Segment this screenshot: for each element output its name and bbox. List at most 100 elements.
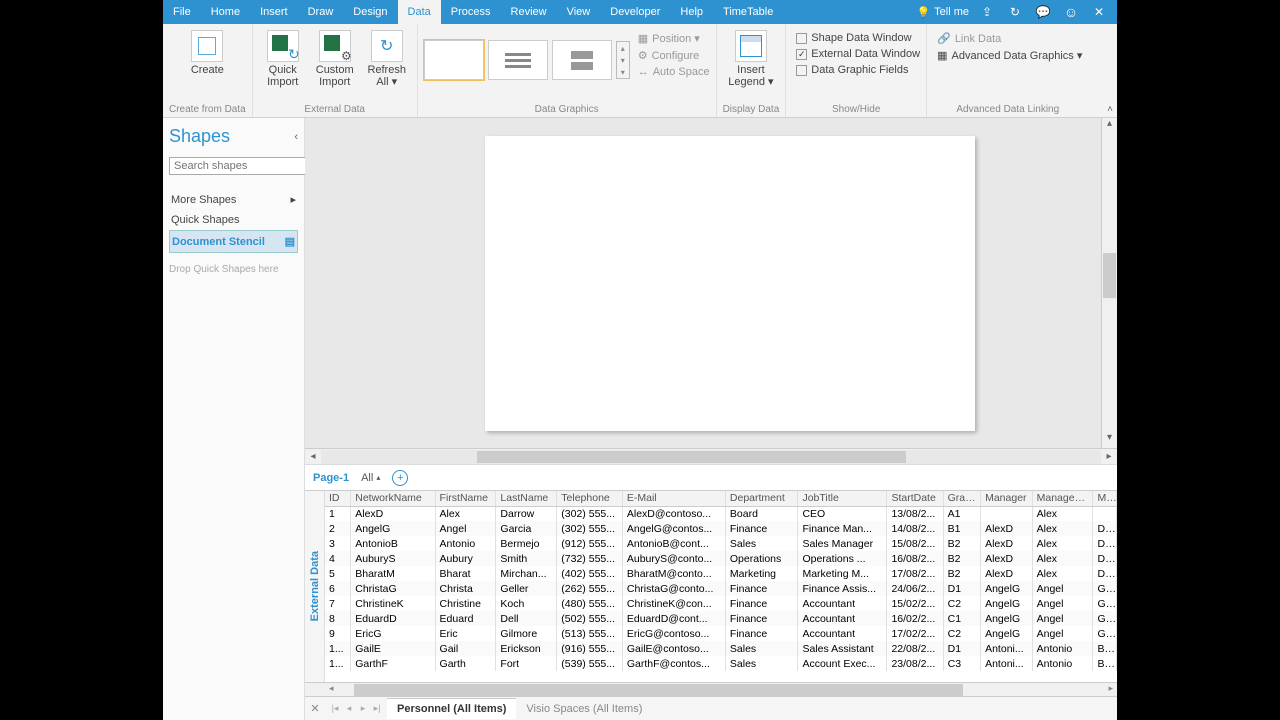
scroll-left-icon[interactable]: ◂ bbox=[325, 683, 338, 696]
column-header[interactable]: Department bbox=[725, 491, 798, 506]
column-header[interactable]: ManagerFirstName bbox=[1032, 491, 1093, 506]
shapes-search-input[interactable] bbox=[169, 157, 320, 175]
quick-import-button[interactable]: Quick Import bbox=[259, 28, 307, 88]
column-header[interactable]: StartDate bbox=[887, 491, 943, 506]
advanced-data-graphics-button[interactable]: ▦Advanced Data Graphics ▾ bbox=[937, 49, 1082, 62]
scroll-down-icon[interactable]: ▾ bbox=[1102, 432, 1117, 448]
menu-tab-review[interactable]: Review bbox=[501, 0, 557, 24]
table-row[interactable]: 3AntonioBAntonioBermejo(912) 555...Anton… bbox=[325, 536, 1117, 551]
table-row[interactable]: 8EduardDEduardDell(502) 555...EduardD@co… bbox=[325, 611, 1117, 626]
data-graphics-gallery[interactable]: ▴▾▾ bbox=[424, 28, 630, 80]
dg-thick-icon[interactable] bbox=[552, 40, 612, 80]
menu-tab-developer[interactable]: Developer bbox=[600, 0, 670, 24]
column-header[interactable]: M... bbox=[1093, 491, 1117, 506]
data-tab-personnel[interactable]: Personnel (All Items) bbox=[387, 698, 516, 719]
menu-tab-help[interactable]: Help bbox=[670, 0, 713, 24]
data-tab-spaces[interactable]: Visio Spaces (All Items) bbox=[516, 699, 652, 719]
table-row[interactable]: 2AngelGAngelGarcia(302) 555...AngelG@con… bbox=[325, 521, 1117, 536]
page-tab[interactable]: Page-1 bbox=[313, 472, 349, 484]
menu-tab-insert[interactable]: Insert bbox=[250, 0, 298, 24]
collapse-ribbon-button[interactable]: ˄ bbox=[1107, 104, 1113, 115]
table-row[interactable]: 7ChristineKChristineKoch(480) 555...Chri… bbox=[325, 596, 1117, 611]
menu-tab-file[interactable]: File bbox=[163, 0, 201, 24]
scroll-up-icon[interactable]: ▴ bbox=[1102, 118, 1117, 134]
tell-me-search[interactable]: 💡 Tell me bbox=[908, 6, 977, 19]
dg-bars-icon[interactable] bbox=[488, 40, 548, 80]
menu-tab-home[interactable]: Home bbox=[201, 0, 250, 24]
column-header[interactable]: Telephone bbox=[557, 491, 623, 506]
table-row[interactable]: 4AuburySAuburySmith(732) 555...AuburyS@c… bbox=[325, 551, 1117, 566]
comments-icon[interactable]: 💬 bbox=[1033, 2, 1053, 22]
table-row[interactable]: 6ChristaGChristaGeller(262) 555...Christ… bbox=[325, 581, 1117, 596]
last-record-icon[interactable]: ▸| bbox=[371, 703, 383, 714]
table-row[interactable]: 1...GarthFGarthFort(539) 555...GarthF@co… bbox=[325, 656, 1117, 671]
column-header[interactable]: E-Mail bbox=[622, 491, 725, 506]
next-record-icon[interactable]: ▸ bbox=[357, 703, 369, 714]
table-row[interactable]: 1...GailEGailErickson(916) 555...GailE@c… bbox=[325, 641, 1117, 656]
menu-tab-data[interactable]: Data bbox=[398, 0, 441, 24]
drawing-page[interactable] bbox=[485, 136, 975, 431]
shape-data-window-toggle[interactable]: Shape Data Window bbox=[796, 32, 920, 44]
column-header[interactable]: ID bbox=[325, 491, 351, 506]
link-data-button: 🔗Link Data bbox=[937, 32, 1082, 45]
create-icon bbox=[191, 30, 223, 62]
legend-icon bbox=[735, 30, 767, 62]
share-icon[interactable]: ⇪ bbox=[977, 2, 997, 22]
horizontal-scrollbar[interactable]: ◂ ▸ bbox=[305, 448, 1117, 464]
scroll-thumb[interactable] bbox=[1103, 253, 1116, 298]
scroll-right-icon[interactable]: ▸ bbox=[1101, 451, 1117, 462]
column-header[interactable]: FirstName bbox=[435, 491, 496, 506]
shapes-title: Shapes‹ bbox=[169, 126, 298, 147]
menu-tab-process[interactable]: Process bbox=[441, 0, 501, 24]
collapse-shapes-button[interactable]: ‹ bbox=[294, 131, 298, 143]
custom-import-button[interactable]: Custom Import bbox=[311, 28, 359, 88]
grid-horizontal-scrollbar[interactable]: ◂ ▸ bbox=[305, 682, 1117, 696]
create-button[interactable]: Create bbox=[183, 28, 231, 76]
dg-none-icon[interactable] bbox=[424, 40, 484, 80]
refresh-all-button[interactable]: Refresh All ▾ bbox=[363, 28, 411, 88]
prev-record-icon[interactable]: ◂ bbox=[343, 703, 355, 714]
vertical-scrollbar[interactable]: ▴ ▾ bbox=[1101, 118, 1117, 448]
group-label-link: Advanced Data Linking bbox=[956, 102, 1059, 117]
group-label-create: Create from Data bbox=[169, 102, 246, 117]
add-page-button[interactable]: + bbox=[392, 470, 408, 486]
table-row[interactable]: 1AlexDAlexDarrow(302) 555...AlexD@contos… bbox=[325, 506, 1117, 521]
quick-shapes-link[interactable]: Quick Shapes bbox=[169, 210, 298, 230]
excel-import-icon bbox=[267, 30, 299, 62]
first-record-icon[interactable]: |◂ bbox=[329, 703, 341, 714]
insert-legend-button[interactable]: Insert Legend ▾ bbox=[727, 28, 775, 88]
close-external-data-button[interactable]: ✕ bbox=[305, 702, 325, 715]
all-pages-tab[interactable]: All▴ bbox=[361, 472, 380, 484]
close-icon[interactable]: ✕ bbox=[1089, 2, 1109, 22]
app-window: FileHomeInsertDrawDesignDataProcessRevie… bbox=[163, 0, 1117, 720]
data-graphic-fields-toggle[interactable]: Data Graphic Fields bbox=[796, 64, 920, 76]
advanced-icon: ▦ bbox=[937, 49, 947, 62]
column-header[interactable]: JobTitle bbox=[798, 491, 887, 506]
column-header[interactable]: LastName bbox=[496, 491, 557, 506]
column-header[interactable]: Manager bbox=[981, 491, 1033, 506]
document-stencil-link[interactable]: Document Stencil▤ bbox=[169, 230, 298, 253]
external-data-window-toggle[interactable]: ✓External Data Window bbox=[796, 48, 920, 60]
scroll-left-icon[interactable]: ◂ bbox=[305, 451, 321, 462]
table-row[interactable]: 5BharatMBharatMirchan...(402) 555...Bhar… bbox=[325, 566, 1117, 581]
menu-tab-draw[interactable]: Draw bbox=[298, 0, 344, 24]
menu-tab-view[interactable]: View bbox=[557, 0, 601, 24]
custom-import-icon bbox=[319, 30, 351, 62]
table-row[interactable]: 9EricGEricGilmore(513) 555...EricG@conto… bbox=[325, 626, 1117, 641]
more-shapes-link[interactable]: More Shapes▸ bbox=[169, 189, 298, 210]
history-icon[interactable]: ↻ bbox=[1005, 2, 1025, 22]
column-header[interactable]: Grade bbox=[943, 491, 980, 506]
data-grid[interactable]: IDNetworkNameFirstNameLastNameTelephoneE… bbox=[325, 491, 1117, 671]
autospace-icon: ↔ bbox=[638, 66, 649, 78]
scroll-right-icon[interactable]: ▸ bbox=[1104, 683, 1117, 696]
column-header[interactable]: NetworkName bbox=[351, 491, 435, 506]
menu-tab-timetable[interactable]: TimeTable bbox=[713, 0, 783, 24]
feedback-smiley-icon[interactable]: ☺ bbox=[1061, 2, 1081, 22]
chevron-up-icon: ▴ bbox=[376, 473, 380, 482]
scroll-thumb[interactable] bbox=[354, 684, 963, 696]
gallery-more-button[interactable]: ▴▾▾ bbox=[616, 41, 630, 79]
menu-tab-design[interactable]: Design bbox=[343, 0, 397, 24]
scroll-thumb[interactable] bbox=[477, 451, 906, 463]
stencil-icon: ▤ bbox=[285, 235, 295, 248]
tell-me-label: Tell me bbox=[934, 6, 969, 18]
